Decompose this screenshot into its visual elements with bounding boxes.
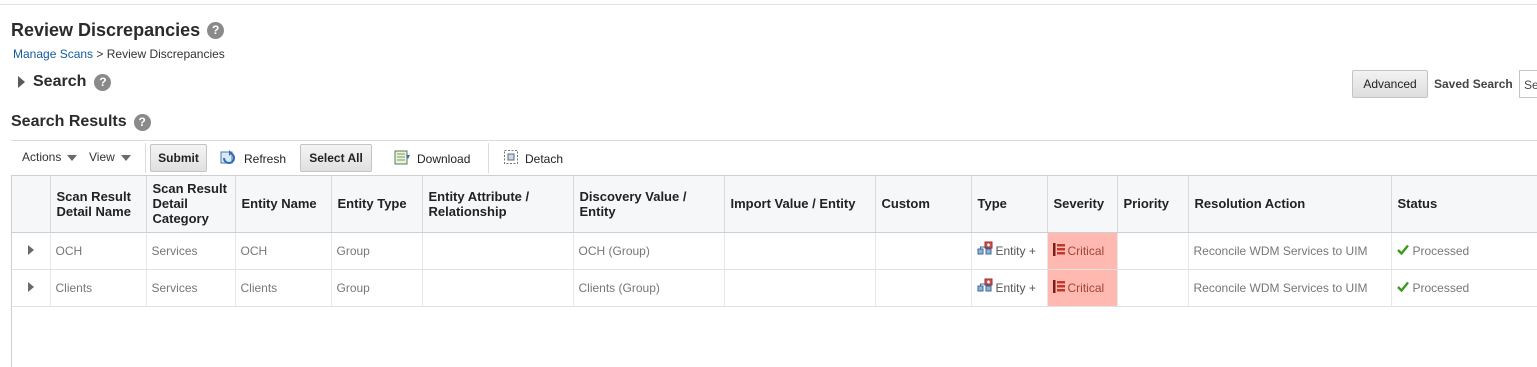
- results-table-container: Scan Result Detail Name Scan Result Deta…: [11, 175, 1537, 367]
- cell-entity-type: Group: [331, 232, 423, 270]
- column-header[interactable]: Import Value / Entity: [724, 176, 876, 233]
- column-header[interactable]: Entity Attribute / Relationship: [422, 176, 574, 233]
- view-menu[interactable]: View: [89, 150, 131, 164]
- expand-icon: [27, 244, 34, 255]
- download-button[interactable]: Download: [394, 149, 470, 168]
- refresh-label: Refresh: [244, 151, 287, 166]
- help-icon[interactable]: ?: [207, 22, 225, 39]
- row-expander[interactable]: [12, 232, 51, 270]
- cell-attribute: [422, 269, 574, 307]
- saved-search-label: Saved Search: [1434, 77, 1513, 91]
- chevron-down-icon: [120, 155, 131, 161]
- results-table: Scan Result Detail Name Scan Result Deta…: [12, 176, 1537, 307]
- status-label: Processed: [1412, 243, 1470, 258]
- cell-severity: Critical: [1047, 269, 1118, 307]
- search-results-title: Search Results: [11, 113, 127, 130]
- submit-button[interactable]: Submit: [150, 144, 207, 172]
- status-label: Processed: [1412, 280, 1470, 295]
- column-header[interactable]: Scan Result Detail Category: [146, 176, 236, 233]
- results-toolbar: Actions View Submit Refresh Select All D…: [11, 141, 1537, 175]
- column-header[interactable]: Priority: [1117, 176, 1189, 233]
- column-header[interactable]: Status: [1391, 176, 1537, 233]
- severity-label: Critical: [1067, 280, 1105, 295]
- column-header-expander: [12, 176, 51, 233]
- column-header[interactable]: Scan Result Detail Name: [50, 176, 147, 233]
- type-label: Entity +: [995, 280, 1036, 295]
- cell-status: Processed: [1391, 232, 1537, 270]
- column-header[interactable]: Resolution Action: [1188, 176, 1392, 233]
- cell-severity: Critical: [1047, 232, 1118, 270]
- toolbar-separator: [488, 143, 489, 173]
- column-header[interactable]: Discovery Value / Entity: [573, 176, 725, 233]
- select-all-button[interactable]: Select All: [300, 144, 372, 172]
- search-results-header: Search Results ?: [11, 113, 151, 131]
- view-menu-label: View: [89, 150, 115, 164]
- refresh-icon: [220, 149, 238, 168]
- cell-detail-name: OCH: [50, 232, 147, 270]
- cell-category: Services: [146, 269, 236, 307]
- table-row[interactable]: Clients Services Clients Group Clients (…: [12, 269, 1537, 307]
- breadcrumb-current: Review Discrepancies: [106, 47, 225, 61]
- detach-button[interactable]: Detach: [503, 149, 563, 168]
- type-label: Entity +: [995, 243, 1036, 258]
- expand-icon: [27, 281, 34, 292]
- severity-label: Critical: [1067, 243, 1105, 258]
- cell-custom: [875, 269, 972, 307]
- cell-type: Entity +: [971, 232, 1048, 270]
- cell-discovery-value: Clients (Group): [573, 269, 725, 307]
- download-icon: [394, 149, 411, 168]
- checkmark-icon: [1396, 244, 1409, 258]
- cell-type: Entity +: [971, 269, 1048, 307]
- download-label: Download: [417, 151, 471, 166]
- breadcrumb: Manage Scans > Review Discrepancies: [13, 47, 225, 61]
- cell-status: Processed: [1391, 269, 1537, 307]
- column-header[interactable]: Custom: [875, 176, 972, 233]
- search-section-toggle[interactable]: Search ?: [18, 73, 112, 91]
- search-section-title: Search: [33, 73, 87, 90]
- breadcrumb-manage-scans-link[interactable]: Manage Scans: [13, 47, 93, 61]
- column-header[interactable]: Entity Name: [235, 176, 332, 233]
- cell-discovery-value: OCH (Group): [573, 232, 725, 270]
- cell-entity-type: Group: [331, 269, 423, 307]
- breadcrumb-separator: >: [96, 47, 104, 61]
- column-header[interactable]: Severity: [1047, 176, 1118, 233]
- actions-menu-label: Actions: [22, 150, 62, 164]
- cell-import-value: [724, 269, 876, 307]
- detach-icon: [503, 149, 519, 168]
- row-expander[interactable]: [12, 269, 51, 307]
- critical-severity-icon: [1052, 242, 1065, 259]
- entity-type-icon: [977, 241, 993, 260]
- checkmark-icon: [1396, 281, 1409, 295]
- cell-category: Services: [146, 232, 236, 270]
- table-header-row: Scan Result Detail Name Scan Result Deta…: [12, 176, 1537, 233]
- refresh-button[interactable]: Refresh: [220, 149, 286, 168]
- advanced-button[interactable]: Advanced: [1352, 70, 1428, 98]
- detach-label: Detach: [525, 151, 564, 166]
- cell-custom: [875, 232, 972, 270]
- help-icon[interactable]: ?: [94, 73, 112, 91]
- toolbar-separator: [145, 143, 146, 173]
- cell-entity-name: OCH: [235, 232, 332, 270]
- help-icon[interactable]: ?: [133, 113, 151, 131]
- actions-menu[interactable]: Actions: [22, 150, 78, 164]
- expand-icon: [18, 76, 25, 88]
- column-header[interactable]: Entity Type: [331, 176, 423, 233]
- cell-resolution: Reconcile WDM Services to UIM: [1188, 269, 1392, 307]
- cell-attribute: [422, 232, 574, 270]
- critical-severity-icon: [1052, 279, 1065, 296]
- column-header[interactable]: Type: [971, 176, 1048, 233]
- cell-detail-name: Clients: [50, 269, 147, 307]
- cell-priority: [1117, 232, 1189, 270]
- cell-entity-name: Clients: [235, 269, 332, 307]
- cell-import-value: [724, 232, 876, 270]
- entity-type-icon: [977, 278, 993, 297]
- page-title-row: Review Discrepancies ?: [11, 20, 225, 41]
- table-row[interactable]: OCH Services OCH Group OCH (Group) Entit…: [12, 232, 1537, 270]
- cell-resolution: Reconcile WDM Services to UIM: [1188, 232, 1392, 270]
- chevron-down-icon: [67, 155, 78, 161]
- top-strip: [0, 0, 1537, 5]
- cell-priority: [1117, 269, 1189, 307]
- page-title: Review Discrepancies: [11, 20, 201, 40]
- saved-search-select[interactable]: Se: [1519, 70, 1537, 98]
